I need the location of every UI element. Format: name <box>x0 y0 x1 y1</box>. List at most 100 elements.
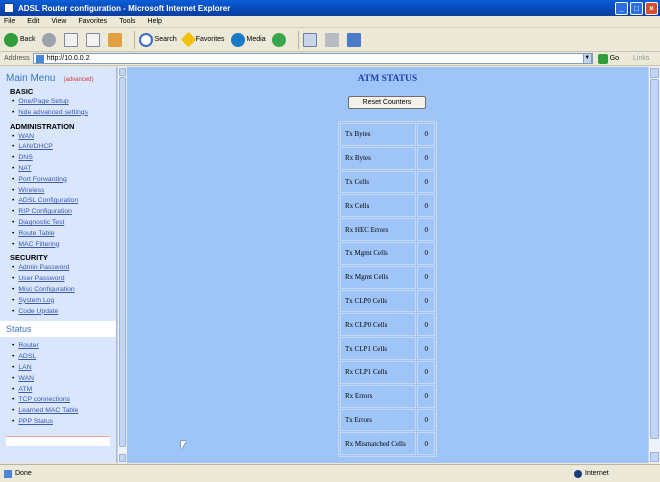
scroll-up-arrow-icon[interactable] <box>650 68 659 78</box>
page-icon <box>35 54 44 63</box>
toolbar: Back Search Favorites Media <box>0 28 660 52</box>
stop-button[interactable] <box>63 32 80 47</box>
maximize-button[interactable]: □ <box>630 1 643 15</box>
address-bar: Address http://10.0.0.2 ▼ Go Links <box>0 52 660 66</box>
mail-button[interactable] <box>302 32 319 47</box>
menu-link[interactable]: Wireless <box>12 186 116 197</box>
stat-value: 0 <box>417 313 435 337</box>
minimize-button[interactable]: _ <box>615 1 628 15</box>
atm-status-table: Tx Bytes 0 Rx Bytes 0 Tx Cells 0 Rx Cells 0 Rx H… <box>338 121 437 458</box>
menu-view[interactable]: View <box>51 18 66 25</box>
menu-link[interactable]: WAN <box>12 374 116 385</box>
main-menu-title: Main Menu <box>6 73 56 84</box>
basic-menu-list: One/Page Setup hide advanced settings <box>12 97 116 119</box>
address-input[interactable]: http://10.0.0.2 <box>32 53 593 64</box>
stat-label: Tx Cells <box>340 170 417 194</box>
menu-link[interactable]: One/Page Setup <box>12 97 116 108</box>
menu-file[interactable]: File <box>4 18 15 25</box>
window-titlebar: ADSL Router configuration - Microsoft In… <box>0 0 660 16</box>
stat-value: 0 <box>417 170 435 194</box>
menu-link[interactable]: User Password <box>12 274 116 285</box>
refresh-icon <box>85 32 100 47</box>
back-arrow-icon <box>4 32 18 47</box>
menu-link[interactable]: Misc Configuration <box>12 285 116 296</box>
main-frame-scrollbar[interactable] <box>648 67 660 463</box>
menu-link[interactable]: System Log <box>12 296 116 307</box>
favorites-label: Favorites <box>195 36 225 43</box>
stat-value: 0 <box>417 432 435 456</box>
stat-value: 0 <box>417 241 435 265</box>
menu-link[interactable]: Learned MAC Table <box>12 406 116 417</box>
links-button[interactable]: Links <box>633 55 649 62</box>
history-button[interactable] <box>271 32 288 47</box>
stat-label: Tx Bytes <box>340 123 417 146</box>
stat-label: Rx Bytes <box>340 146 417 170</box>
menu-link[interactable]: PPP Status <box>12 417 116 428</box>
menu-link[interactable]: Route Table <box>12 229 116 240</box>
toolbar-separator <box>133 30 135 49</box>
scroll-up-arrow-icon[interactable] <box>119 68 126 76</box>
menu-link[interactable]: ADSL Configuration <box>12 196 116 207</box>
status-bar: Done Internet <box>0 464 660 482</box>
menu-link[interactable]: LAN <box>12 363 116 374</box>
main-content-frame: ATM STATUS Reset Counters Tx Bytes 0 Rx By… <box>127 67 648 463</box>
close-button[interactable]: × <box>645 1 658 15</box>
table-row: Rx Mgmt Cells 0 <box>340 265 435 289</box>
table-row: Tx Mgmt Cells 0 <box>340 241 435 265</box>
menu-edit[interactable]: Edit <box>27 18 39 25</box>
reset-counters-button[interactable]: Reset Counters <box>348 96 426 109</box>
go-button[interactable]: Go <box>597 53 620 64</box>
menu-link[interactable]: ATM <box>12 385 116 396</box>
media-button[interactable]: Media <box>230 32 266 47</box>
forward-button[interactable] <box>41 32 58 47</box>
table-row: Tx Cells 0 <box>340 170 435 194</box>
page-title: ATM STATUS <box>357 74 418 84</box>
forward-arrow-icon <box>41 32 56 47</box>
table-row: Rx Cells 0 <box>340 194 435 218</box>
menu-link[interactable]: DNS <box>12 153 116 164</box>
left-frame-scrollbar[interactable] <box>117 67 126 463</box>
search-button[interactable]: Search <box>138 32 177 47</box>
stat-value: 0 <box>417 384 435 408</box>
menu-link[interactable]: NAT <box>12 164 116 175</box>
menu-link[interactable]: MAC Filtering <box>12 240 116 251</box>
scrollbar-thumb[interactable] <box>119 77 126 447</box>
refresh-button[interactable] <box>85 32 102 47</box>
menu-favorites[interactable]: Favorites <box>78 18 107 25</box>
edit-icon <box>346 32 361 47</box>
menu-link[interactable]: WAN <box>12 132 116 143</box>
address-url: http://10.0.0.2 <box>46 55 90 62</box>
main-menu-header: Main Menu (advanced) <box>6 73 110 84</box>
scroll-down-arrow-icon[interactable] <box>119 454 126 462</box>
menu-link[interactable]: RIP Configuration <box>12 207 116 218</box>
back-button[interactable]: Back <box>4 32 36 47</box>
menu-link[interactable]: Code Update <box>12 307 116 318</box>
menu-link[interactable]: Diagnostic Test <box>12 218 116 229</box>
menu-link[interactable]: TCP connections <box>12 395 116 406</box>
menu-tools[interactable]: Tools <box>119 18 135 25</box>
section-basic: BASIC <box>10 87 34 96</box>
menu-link[interactable]: Admin Password <box>12 263 116 274</box>
stat-value: 0 <box>417 146 435 170</box>
menu-link[interactable]: ADSL <box>12 352 116 363</box>
home-button[interactable] <box>107 32 124 47</box>
menu-link[interactable]: Port Forwarding <box>12 175 116 186</box>
stat-value: 0 <box>417 289 435 313</box>
scroll-down-arrow-icon[interactable] <box>650 452 659 462</box>
status-menu-list: Router ADSL LAN WAN ATM TCP connections … <box>12 341 116 427</box>
stat-value: 0 <box>417 408 435 432</box>
home-icon <box>107 32 122 47</box>
globe-icon <box>574 469 582 478</box>
favorites-button[interactable]: Favorites <box>180 31 225 48</box>
table-row: Tx Errors 0 <box>340 408 435 432</box>
scrollbar-thumb[interactable] <box>650 79 659 439</box>
print-button[interactable] <box>324 32 341 47</box>
address-dropdown-button[interactable]: ▼ <box>582 53 592 64</box>
menu-help[interactable]: Help <box>148 18 162 25</box>
menu-link[interactable]: Router <box>12 341 116 352</box>
edit-button[interactable] <box>346 32 363 47</box>
menu-link[interactable]: hide advanced settings <box>12 108 116 119</box>
menu-link[interactable]: LAN/DHCP <box>12 142 116 153</box>
go-label: Go <box>609 55 620 62</box>
media-icon <box>230 32 245 47</box>
